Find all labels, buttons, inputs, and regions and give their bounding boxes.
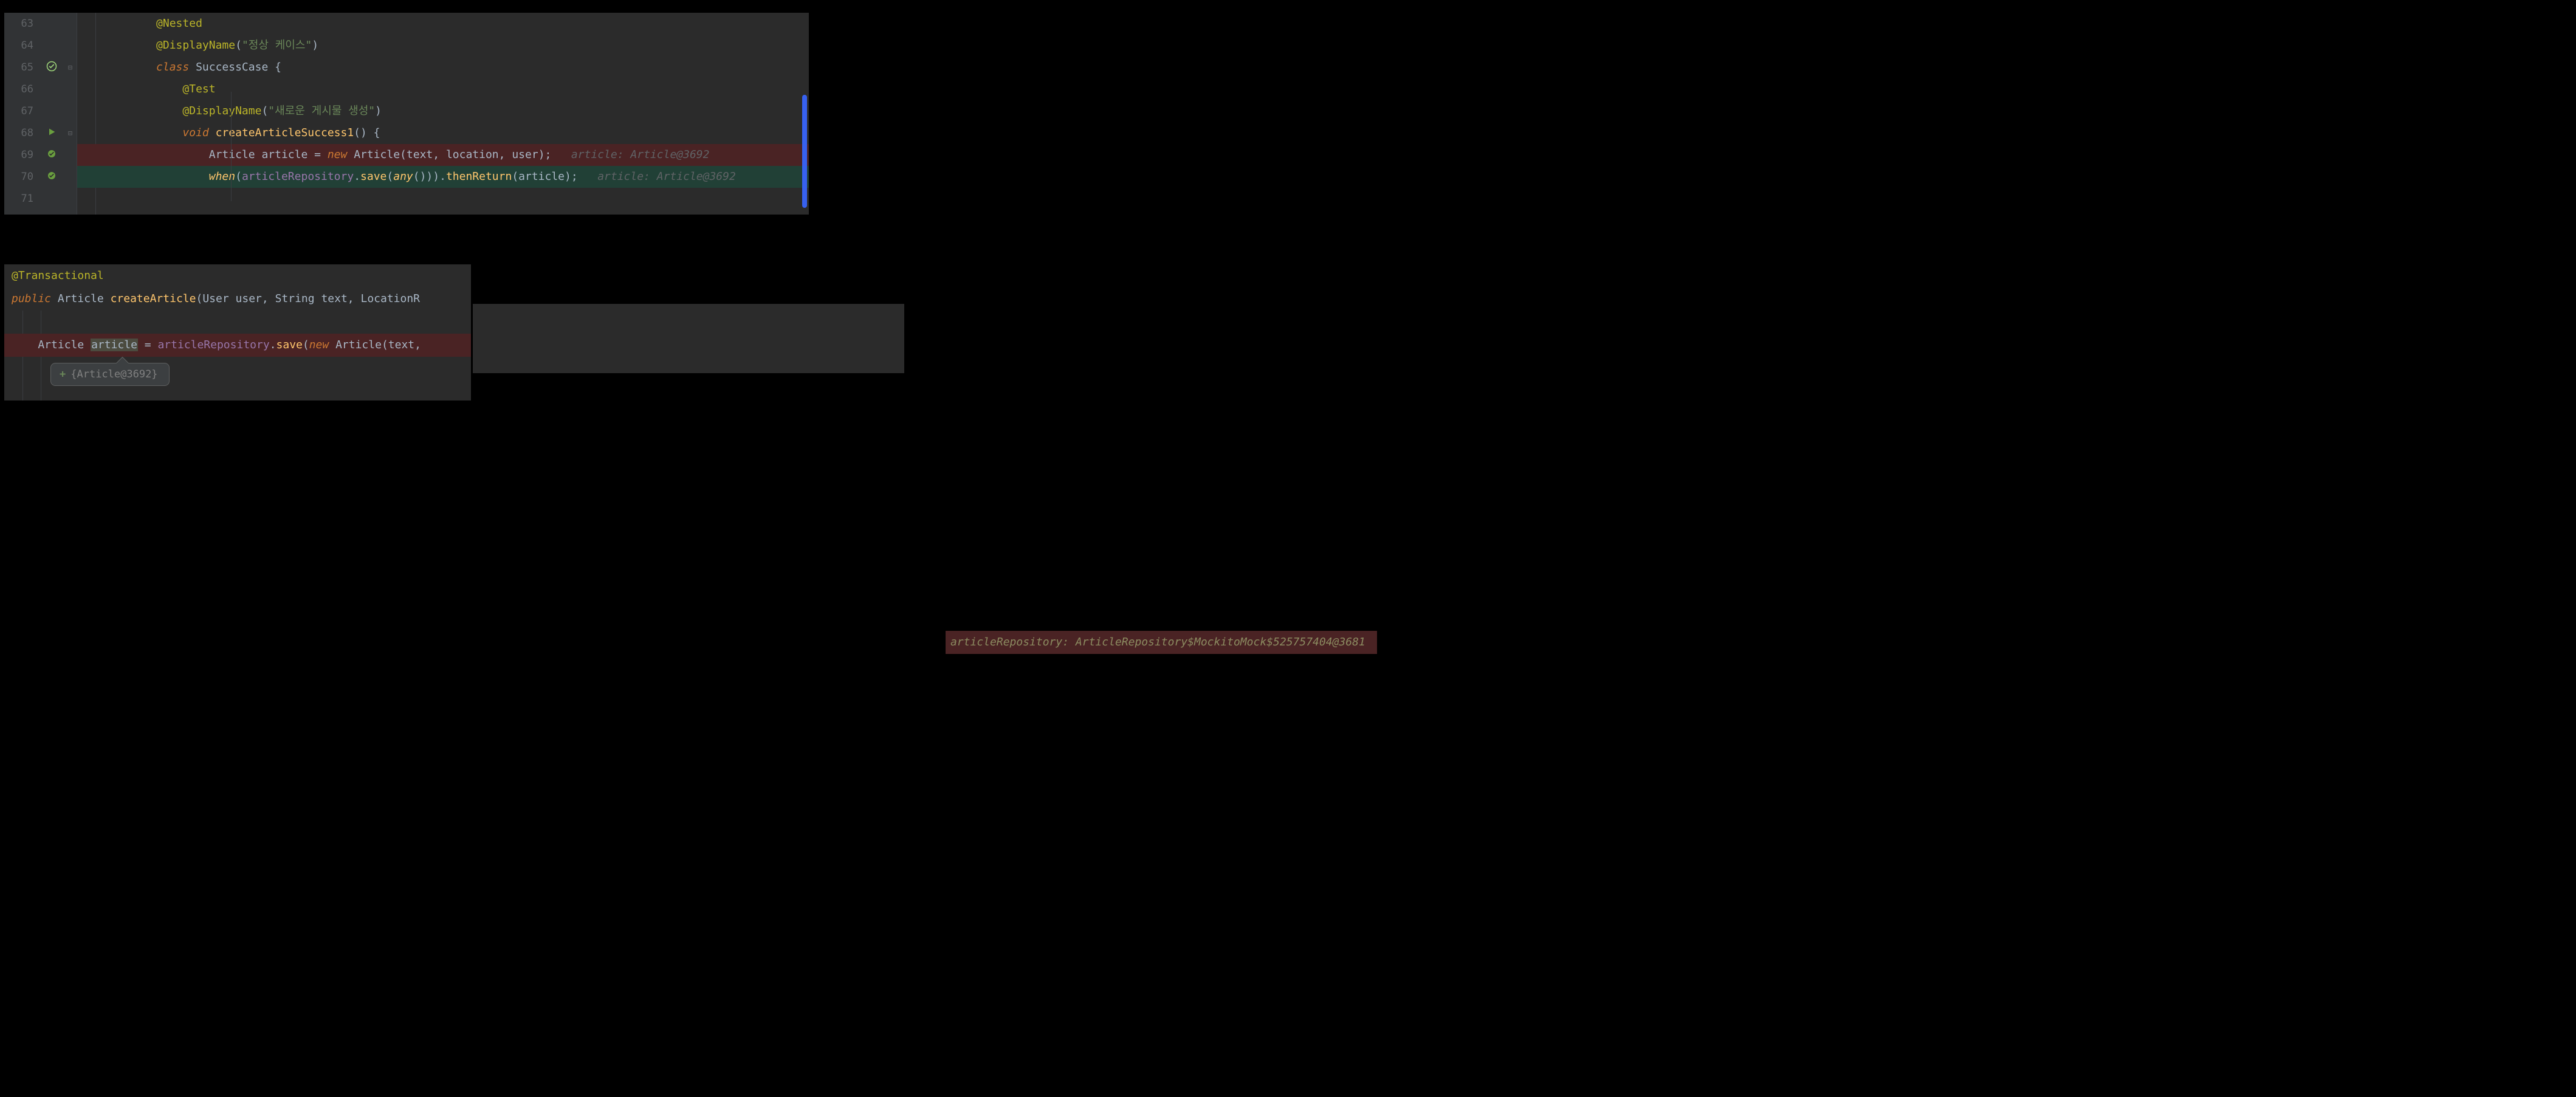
fold-column: ⊟ ⊟ — [64, 13, 77, 215]
line-number[interactable]: 70 — [4, 166, 39, 188]
field-ref: articleRepository — [157, 339, 269, 351]
line-number[interactable]: 64 — [4, 35, 39, 57]
line-number[interactable]: 68 — [4, 122, 39, 144]
line-passed-icon[interactable] — [39, 144, 64, 166]
inline-hint-line: articleRepository: ArticleRepository$Moc… — [946, 631, 1377, 654]
parameter: user — [512, 148, 538, 161]
annotation: @DisplayName — [156, 39, 235, 52]
constructor: Article — [354, 148, 400, 161]
string-literal: "정상 케이스" — [242, 39, 312, 52]
type-name: Article — [58, 292, 104, 305]
code-line[interactable]: @Test — [77, 78, 809, 100]
code-line[interactable]: void createArticleSuccess1() { — [77, 122, 809, 144]
annotation: @Test — [182, 83, 215, 95]
string-literal: "새로운 게시물 생성" — [268, 105, 375, 117]
line-number[interactable]: 71 — [4, 188, 39, 210]
inline-hint-key: articleRepository: — [950, 636, 1069, 648]
code-line-coverage-fail[interactable]: Article article = articleRepository.save… — [4, 334, 471, 357]
line-number-gutter: 63 64 65 66 67 68 69 70 71 — [4, 13, 39, 215]
inline-hint-value: Article@3692 — [630, 148, 709, 161]
code-line[interactable]: @DisplayName("정상 케이스") — [77, 35, 809, 57]
keyword: new — [309, 339, 329, 351]
type-name: Article — [209, 148, 255, 161]
keyword: public — [12, 292, 51, 305]
parameter: text — [388, 339, 414, 351]
highlighted-variable[interactable]: article — [91, 339, 138, 351]
method-call: thenReturn — [446, 170, 512, 183]
line-number[interactable]: 65 — [4, 57, 39, 78]
code-area[interactable]: @Nested @DisplayName("정상 케이스") class Suc… — [77, 13, 809, 215]
plus-icon: + — [60, 368, 66, 380]
debug-value-tooltip[interactable]: + {Article@3692} — [50, 363, 170, 386]
method-name: createArticleSuccess1 — [216, 126, 354, 139]
type-name: LocationR — [360, 292, 420, 305]
inline-hint-value: ArticleRepository$MockitoMock$525757404@… — [1076, 636, 1365, 648]
static-method: any — [393, 170, 413, 183]
line-number[interactable]: 69 — [4, 144, 39, 166]
type-name: User — [202, 292, 228, 305]
method-call: save — [276, 339, 303, 351]
parameter: user — [236, 292, 262, 305]
code-line[interactable]: class SuccessCase { — [77, 57, 809, 78]
editor-top-pane[interactable]: 63 64 65 66 67 68 69 70 71 ⊟ ⊟ — [4, 13, 809, 215]
indent-guide — [231, 92, 232, 201]
keyword: new — [328, 148, 348, 161]
inline-hint-panel: articleRepository: ArticleRepository$Moc… — [473, 304, 904, 373]
parameter: text — [407, 148, 433, 161]
code-line[interactable]: @DisplayName("새로운 게시물 생성") — [77, 100, 809, 122]
line-number[interactable]: 66 — [4, 78, 39, 100]
run-test-icon[interactable] — [39, 122, 64, 144]
annotation: @DisplayName — [182, 105, 261, 117]
line-number[interactable]: 67 — [4, 100, 39, 122]
inline-hint-key: article: — [571, 148, 624, 161]
parameter: text — [321, 292, 347, 305]
code-line[interactable] — [4, 311, 471, 334]
constructor: Article — [335, 339, 382, 351]
keyword: class — [156, 61, 189, 74]
variable: article — [261, 148, 307, 161]
code-line-coverage-fail[interactable]: Article article = new Article(text, loca… — [77, 144, 809, 166]
code-line[interactable]: public Article createArticle(User user, … — [4, 287, 471, 311]
method-call: save — [360, 170, 386, 183]
fold-toggle-icon[interactable]: ⊟ — [64, 57, 77, 78]
keyword: void — [182, 126, 208, 139]
inline-hint-key: article: — [597, 170, 650, 183]
annotation: @Transactional — [12, 269, 104, 282]
code-line-coverage-pass[interactable]: when(articleRepository.save(any())).then… — [77, 166, 809, 188]
fold-toggle-icon[interactable]: ⊟ — [64, 122, 77, 144]
type-name: String — [275, 292, 315, 305]
type-name: Article — [38, 339, 84, 351]
variable: article — [518, 170, 565, 183]
parameter: location — [446, 148, 499, 161]
code-line[interactable]: @Transactional — [4, 264, 471, 287]
gutter-icon-column — [39, 13, 64, 215]
class-name: SuccessCase — [196, 61, 268, 74]
code-line[interactable] — [77, 188, 809, 210]
method-name: createArticle — [111, 292, 196, 305]
scrollbar-thumb[interactable] — [802, 95, 807, 208]
test-passed-class-icon[interactable] — [39, 57, 64, 78]
field-ref: articleRepository — [242, 170, 354, 183]
code-line[interactable]: @Nested — [77, 13, 809, 35]
annotation: @Nested — [156, 17, 202, 30]
editor-bottom-pane[interactable]: @Transactional public Article createArti… — [4, 264, 471, 401]
line-passed-icon[interactable] — [39, 166, 64, 188]
tooltip-value: {Article@3692} — [70, 368, 157, 380]
line-number[interactable]: 63 — [4, 13, 39, 35]
inline-hint-value: Article@3692 — [657, 170, 736, 183]
